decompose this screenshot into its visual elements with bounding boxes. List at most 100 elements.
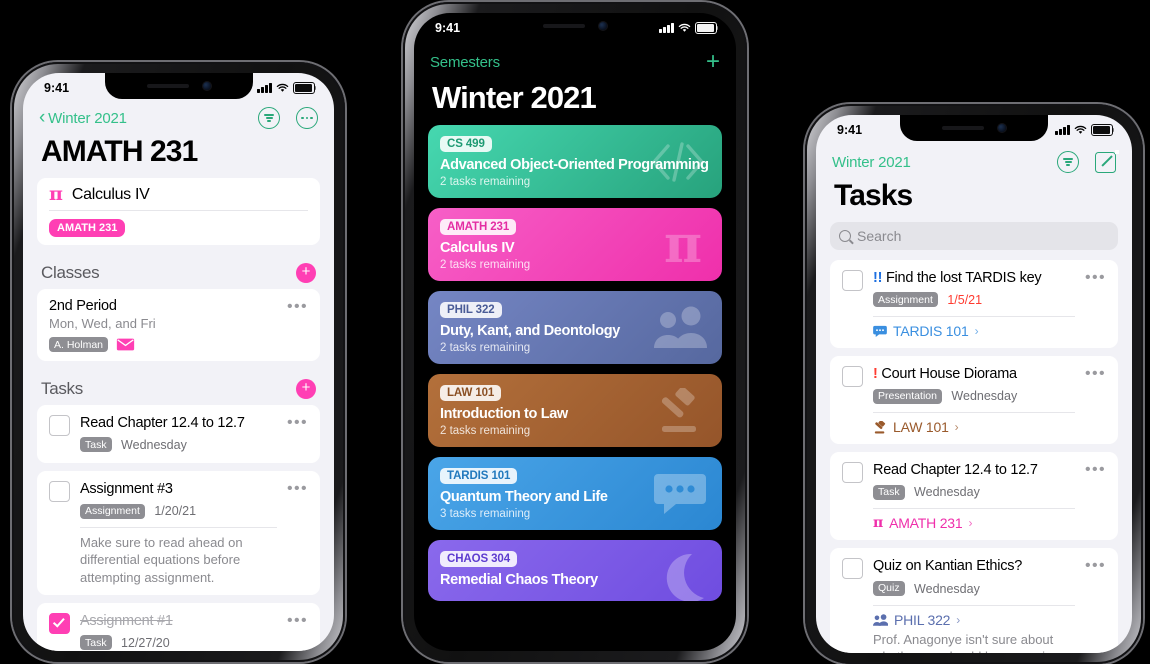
task-more-button[interactable]: ••• xyxy=(287,414,308,431)
battery-tip xyxy=(314,86,316,90)
course-link[interactable]: LAW 101 › xyxy=(873,419,1075,435)
notch xyxy=(501,13,649,39)
course-card[interactable]: PHIL 322 Duty, Kant, and Deontology 2 ta… xyxy=(428,291,722,365)
priority-flag: !! xyxy=(873,270,883,286)
task-more-button[interactable]: ••• xyxy=(1085,461,1106,478)
filter-circle-icon[interactable] xyxy=(258,107,280,129)
semesters-back-button[interactable]: Semesters xyxy=(430,54,500,71)
task-more-button[interactable]: ••• xyxy=(287,480,308,497)
task-checkbox[interactable] xyxy=(49,415,70,436)
task-row[interactable]: ! Court House Diorama Presentation Wedne… xyxy=(830,356,1118,445)
course-remaining: 2 tasks remaining xyxy=(440,259,531,272)
task-title-text: Read Chapter 12.4 to 12.7 xyxy=(873,462,1038,479)
course-link[interactable]: PHIL 322 › xyxy=(873,612,1075,628)
course-link-label: LAW 101 xyxy=(893,419,949,436)
chevron-right-icon: › xyxy=(968,516,973,531)
task-row[interactable]: Read Chapter 12.4 to 12.7 Task Wednesday… xyxy=(37,405,320,464)
two-people-icon xyxy=(873,613,888,626)
task-type-badge: Assignment xyxy=(873,292,938,308)
task-checkbox[interactable] xyxy=(842,558,863,580)
battery-icon xyxy=(1090,124,1113,136)
chevron-right-icon: › xyxy=(974,324,979,339)
task-title: !! Find the lost TARDIS key xyxy=(873,269,1075,287)
course-card[interactable]: TARDIS 101 Quantum Theory and Life 3 tas… xyxy=(428,457,722,531)
course-summary-card[interactable]: π Calculus IV AMATH 231 xyxy=(37,178,320,245)
back-label: Winter 2021 xyxy=(832,153,911,171)
task-type-badge: Quiz xyxy=(873,580,905,596)
course-remaining: 2 tasks remaining xyxy=(440,342,531,355)
plus-icon[interactable]: + xyxy=(706,50,720,74)
course-link[interactable]: π AMATH 231 › xyxy=(873,515,1075,531)
earpiece-speaker xyxy=(543,24,585,28)
front-camera-icon xyxy=(998,124,1006,132)
task-due: 12/27/20 xyxy=(121,635,170,650)
task-checkbox[interactable] xyxy=(842,270,863,291)
battery-tip xyxy=(716,26,718,30)
course-code-badge: TARDIS 101 xyxy=(440,468,518,485)
status-time: 9:41 xyxy=(44,81,70,95)
tasks-title: Tasks xyxy=(41,379,83,398)
class-days: Mon, Wed, and Fri xyxy=(49,316,156,331)
task-row[interactable]: Quiz on Kantian Ethics? Quiz Wednesday P… xyxy=(830,548,1118,653)
task-row[interactable]: Read Chapter 12.4 to 12.7 Task Wednesday… xyxy=(830,452,1118,541)
teacher-badge: A. Holman xyxy=(49,337,109,352)
class-more-button[interactable]: ••• xyxy=(287,298,308,315)
course-name: Calculus IV xyxy=(71,185,150,203)
task-row[interactable]: !! Find the lost TARDIS key Assignment 1… xyxy=(830,260,1118,349)
task-more-button[interactable]: ••• xyxy=(1085,269,1106,286)
task-checkbox[interactable] xyxy=(49,612,70,634)
course-card[interactable]: LAW 101 Introduction to Law 2 tasks rema… xyxy=(428,374,722,448)
task-more-button[interactable]: ••• xyxy=(287,612,308,628)
course-name: Duty, Kant, and Deontology xyxy=(440,323,620,340)
course-remaining: 3 tasks remaining xyxy=(440,508,531,521)
battery-icon xyxy=(292,82,315,94)
class-row[interactable]: 2nd Period Mon, Wed, and Fri A. Holman •… xyxy=(37,289,320,361)
task-title-text: Quiz on Kantian Ethics? xyxy=(873,558,1023,575)
task-due: Wednesday xyxy=(914,485,980,500)
course-remaining: 2 tasks remaining xyxy=(440,425,531,438)
pi-symbol-icon: π xyxy=(873,515,884,532)
task-checkbox[interactable] xyxy=(842,462,863,484)
right-navbar: Winter 2021 xyxy=(816,147,1132,177)
semester-link[interactable]: Winter 2021 xyxy=(832,154,911,171)
course-card[interactable]: CS 499 Advanced Object-Oriented Programm… xyxy=(428,125,722,199)
add-class-button[interactable]: + xyxy=(296,263,316,283)
add-task-button[interactable]: + xyxy=(296,379,316,399)
classes-title: Classes xyxy=(41,263,100,282)
pi-symbol-icon: π xyxy=(49,183,63,205)
battery-tip xyxy=(1112,128,1114,132)
task-title-text: Court House Diorama xyxy=(881,366,1017,383)
tasks-section-header: Tasks + xyxy=(23,369,334,405)
task-more-button[interactable]: ••• xyxy=(1085,365,1106,382)
class-period: 2nd Period xyxy=(49,298,117,314)
task-row[interactable]: Assignment #1 Task 12/27/20 ••• xyxy=(37,602,320,651)
task-title: Read Chapter 12.4 to 12.7 xyxy=(80,415,245,431)
back-button[interactable]: ‹ Winter 2021 xyxy=(39,108,127,127)
priority-flag: ! xyxy=(873,366,878,383)
envelope-icon[interactable] xyxy=(116,338,135,351)
course-name: Advanced Object-Oriented Programming xyxy=(440,157,709,174)
task-more-button[interactable]: ••• xyxy=(1085,557,1106,574)
task-checkbox[interactable] xyxy=(842,366,863,388)
course-link[interactable]: TARDIS 101 › xyxy=(873,323,1075,339)
course-code-badge: LAW 101 xyxy=(440,385,502,402)
page-title: Tasks xyxy=(834,179,913,212)
course-remaining: 2 tasks remaining xyxy=(440,176,531,189)
left-navbar: ‹ Winter 2021 xyxy=(23,103,334,133)
filter-circle-icon[interactable] xyxy=(1057,151,1079,173)
task-row[interactable]: Assignment #3 Assignment 1/20/21 Make su… xyxy=(37,471,320,595)
compose-icon[interactable] xyxy=(1095,149,1119,173)
battery-icon xyxy=(694,22,717,34)
task-type-badge: Task xyxy=(873,484,905,500)
course-card[interactable]: AMATH 231 Calculus IV 2 tasks remaining … xyxy=(428,208,722,282)
task-checkbox[interactable] xyxy=(49,481,70,503)
course-card[interactable]: CHAOS 304 Remedial Chaos Theory xyxy=(428,540,722,602)
task-title: Assignment #1 xyxy=(80,612,173,629)
wifi-icon xyxy=(276,83,288,92)
more-circle-icon[interactable] xyxy=(296,107,318,129)
search-input[interactable]: Search xyxy=(830,222,1118,250)
task-description: Prof. Anagonye isn't sure about whether … xyxy=(873,631,1067,654)
task-type-badge: Presentation xyxy=(873,388,942,404)
course-code-badge: CS 499 xyxy=(440,136,492,153)
phone-left: 9:41 ‹ Winter 2021 AMATH 231 π Calculus … xyxy=(12,62,345,662)
